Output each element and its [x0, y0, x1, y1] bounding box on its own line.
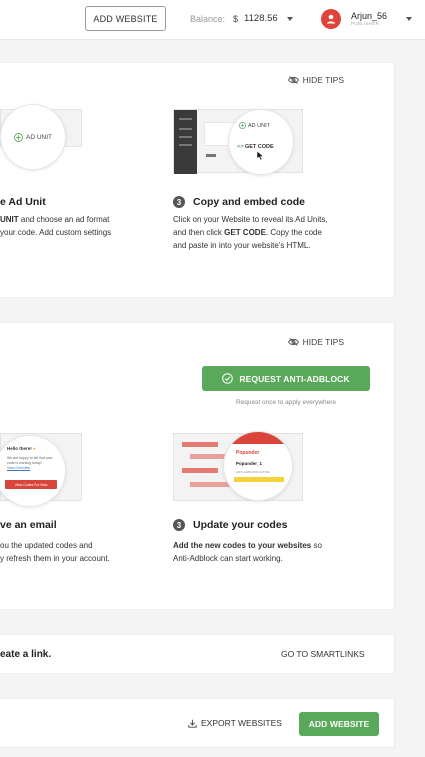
step-3-line-1-rest: so: [311, 541, 322, 550]
step-3-line-1: Click on your Website to reveal its Ad U…: [173, 215, 328, 224]
ad-unit-label: AD UNIT: [26, 133, 52, 141]
request-note: Request once to apply everywhere: [235, 399, 337, 406]
illus-popunder-brand: Popunder: [236, 450, 260, 456]
email-illustration: Hello there! ● We are happy to tell that…: [0, 433, 82, 506]
balance-amount: 1128.56: [244, 13, 278, 24]
step-3-line-2-post: . Copy the code: [265, 228, 322, 237]
illus-popunder-small: ANTI-ADBLOCK ACTIVE: [236, 470, 270, 474]
ad-unit-badge: AD UNIT: [14, 132, 52, 142]
step-3-description: Add the new codes to your websites so An…: [173, 539, 378, 565]
add-website-button[interactable]: ADD WEBSITE: [299, 712, 379, 736]
user-icon: [326, 14, 336, 24]
step-2-title-text: e Ad Unit: [0, 196, 46, 208]
plus-circle-icon: [239, 122, 246, 129]
dark-sidebar: [174, 110, 197, 174]
illus-email-greeting: Hello there! ●: [7, 446, 36, 451]
illus-ad-unit: AD UNIT: [239, 122, 270, 129]
illus-ad-unit-label: AD UNIT: [248, 122, 270, 129]
step-2-title: ve an email: [0, 519, 57, 531]
step-3-line-2-pre: and then click: [173, 228, 225, 237]
avatar[interactable]: [321, 9, 341, 29]
illus-bar-4: [190, 482, 230, 487]
step-3-line-1-bold: Add the new codes to your websites: [173, 541, 312, 550]
user-menu[interactable]: Arjun_56 PUBLISHER: [351, 11, 387, 26]
step-3-line-3: and paste in into your website's HTML.: [173, 241, 311, 250]
step-3-line-2: and then click GET CODE. Copy the code: [173, 226, 373, 239]
anti-adblock-card: HIDE TIPS REQUEST ANTI-ADBLOCK Request o…: [0, 322, 395, 610]
magnifier-lens: AD UNIT <> GET CODE: [229, 110, 293, 174]
eye-off-icon: [287, 76, 299, 84]
add-website-header-button[interactable]: ADD WEBSITE: [85, 6, 166, 31]
illus-bar-1: [182, 442, 218, 447]
smartlink-card: eate a link. GO TO SMARTLINKS: [0, 634, 395, 674]
illus-email-link: View Overview: [7, 466, 31, 470]
plus-circle-icon: [14, 132, 23, 142]
step-3-title: 3 Copy and embed code: [173, 196, 305, 208]
go-to-smartlinks-link[interactable]: GO TO SMARTLINKS: [281, 649, 365, 659]
illus-popunder-header: [224, 432, 292, 444]
step-2-line-2: y refresh them in your account.: [0, 554, 110, 563]
hide-tips-button[interactable]: HIDE TIPS: [287, 337, 344, 347]
popunder-illustration: Popunder Popunder_1 ANTI-ADBLOCK ACTIVE: [173, 432, 303, 501]
shield-check-icon: [222, 373, 234, 384]
step-2-line-1: ou the updated codes and: [0, 541, 93, 550]
export-websites-button[interactable]: EXPORT WEBSITES: [188, 718, 282, 728]
illustration-dots: [206, 154, 216, 157]
hide-tips-label: HIDE TIPS: [302, 337, 344, 347]
hide-tips-label: HIDE TIPS: [302, 75, 344, 85]
request-anti-adblock-button[interactable]: REQUEST ANTI-ADBLOCK: [202, 366, 370, 391]
websites-toolbar-card: EXPORT WEBSITES ADD WEBSITE: [0, 698, 395, 748]
illus-popunder-item: Popunder_1: [236, 461, 263, 466]
user-role: PUBLISHER: [351, 21, 380, 26]
illus-bar-3: [182, 468, 218, 473]
smile-icon: ●: [33, 446, 36, 451]
step-3-line-2-bold: GET CODE: [224, 228, 266, 237]
illus-email-body: We are happy to tell that your code is w…: [7, 456, 53, 471]
step-3-number: 3: [173, 519, 185, 531]
code-icon: <>: [237, 144, 244, 150]
chevron-down-icon: [286, 16, 293, 21]
request-anti-adblock-label: REQUEST ANTI-ADBLOCK: [239, 373, 350, 384]
hide-tips-button[interactable]: HIDE TIPS: [287, 75, 344, 85]
illus-email-button: View Codes For Now: [5, 480, 57, 489]
step-2-title: e Ad Unit: [0, 196, 46, 208]
ad-unit-illustration: AD UNIT: [0, 105, 82, 169]
step-2-line-1: UNIT and choose an ad format: [0, 213, 150, 226]
download-icon: [188, 719, 197, 728]
magnifier-lens: AD UNIT: [1, 105, 65, 169]
user-name: Arjun_56: [351, 11, 388, 21]
balance-currency: $: [233, 13, 239, 24]
cursor-icon: [256, 150, 265, 161]
eye-off-icon: [287, 338, 299, 346]
step-3-number: 3: [173, 196, 185, 208]
step-2-title-text: ve an email: [0, 519, 57, 531]
page: ADD WEBSITE Balance: $ 1128.56 Arjun_56 …: [0, 0, 425, 757]
smartlink-text: eate a link.: [0, 649, 52, 660]
step-3-title-text: Update your codes: [193, 519, 288, 531]
step-2-description: ou the updated codes and y refresh them …: [0, 539, 160, 565]
balance-dropdown[interactable]: Balance: $ 1128.56: [190, 13, 293, 24]
step-3-title: 3 Update your codes: [173, 519, 288, 531]
step-2-line-1-rest: and choose an ad format: [18, 215, 110, 224]
step-3-line-2: Anti-Adblock can start working.: [173, 554, 283, 563]
magnifier-lens: Hello there! ● We are happy to tell that…: [0, 436, 65, 506]
step-2-line-2: your code. Add custom settings: [0, 228, 112, 237]
balance-label: Balance:: [190, 13, 226, 24]
step-3-title-text: Copy and embed code: [193, 196, 306, 208]
magnifier-lens: Popunder Popunder_1 ANTI-ADBLOCK ACTIVE: [224, 432, 292, 500]
step-2-line-1-bold: UNIT: [0, 215, 19, 224]
step-2-description: UNIT and choose an ad format your code. …: [0, 213, 150, 239]
getting-started-tips-card: HIDE TIPS AD UNIT e Ad Unit UNIT and cho…: [0, 62, 395, 298]
chevron-down-icon[interactable]: [406, 17, 412, 21]
get-code-illustration: AD UNIT <> GET CODE: [173, 109, 303, 174]
illus-code-highlight: [234, 477, 284, 482]
illus-email-greeting-text: Hello there!: [7, 446, 32, 451]
export-websites-label: EXPORT WEBSITES: [201, 718, 282, 728]
step-3-line-1: Add the new codes to your websites so: [173, 539, 378, 552]
top-bar: ADD WEBSITE Balance: $ 1128.56 Arjun_56 …: [0, 0, 425, 40]
step-3-description: Click on your Website to reveal its Ad U…: [173, 213, 373, 252]
